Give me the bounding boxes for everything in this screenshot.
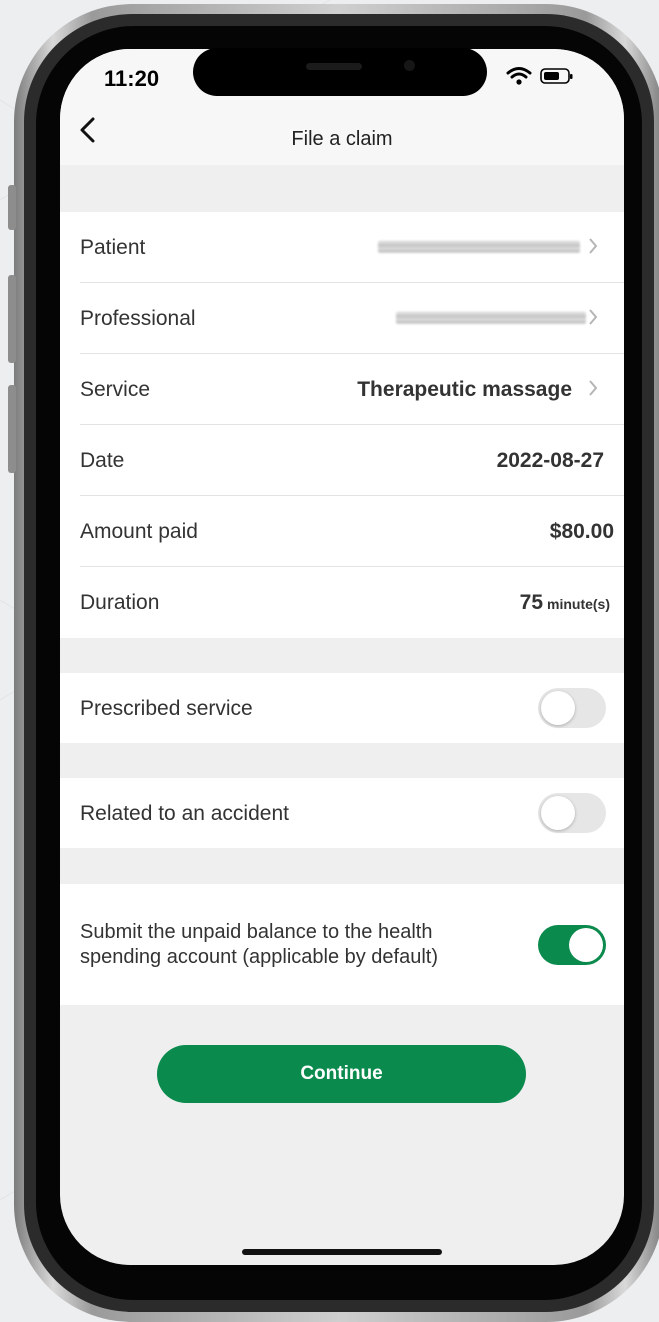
accident-toggle[interactable] [538,793,606,833]
service-row[interactable]: Service Therapeutic massage [60,354,624,425]
chevron-right-icon [589,380,598,396]
prescribed-service-card: Prescribed service [60,673,624,743]
volume-up-button [8,275,16,363]
patient-label: Patient [80,236,146,259]
service-value: Therapeutic massage [357,378,572,401]
claim-details-card: Patient Professional Service Therapeutic… [60,212,624,638]
patient-value-redacted [378,241,580,253]
page-title: File a claim [291,128,393,150]
dynamic-island [193,48,487,96]
date-label: Date [80,449,125,472]
phone-screen: File a claim Patient Professional Servic… [60,49,624,1265]
hsa-label: Submit the unpaid balance to the health … [80,921,439,968]
duration-value: 75 minute(s) [520,591,610,615]
hsa-card: Submit the unpaid balance to the health … [60,884,624,1005]
duration-label: Duration [80,591,160,614]
prescribed-service-label: Prescribed service [80,697,253,720]
silent-switch [8,185,16,230]
prescribed-service-toggle[interactable] [538,688,606,728]
home-indicator [242,1249,442,1255]
professional-label: Professional [80,307,196,330]
hsa-toggle[interactable] [538,925,606,965]
date-value: 2022-08-27 [496,449,604,472]
professional-row[interactable]: Professional [60,283,624,354]
amount-row[interactable]: Amount paid $80.00 [60,496,624,567]
status-time: 11:20 [104,66,160,91]
toggle-knob [541,796,575,830]
date-row[interactable]: Date 2022-08-27 [60,425,624,496]
status-icons [506,66,574,86]
wifi-icon [506,67,532,85]
chevron-right-icon [589,309,598,325]
chevron-right-icon [589,238,598,254]
patient-row[interactable]: Patient [60,212,624,283]
service-label: Service [80,378,151,401]
duration-row[interactable]: Duration 75 minute(s) [60,567,624,638]
professional-value-redacted [396,312,586,324]
duration-number: 75 [519,591,543,614]
continue-button[interactable]: Continue [157,1045,526,1103]
toggle-knob [541,691,575,725]
duration-unit: minute(s) [547,596,610,612]
accident-card: Related to an accident [60,778,624,848]
toggle-knob [569,928,603,962]
volume-down-button [8,385,16,473]
amount-label: Amount paid [80,520,198,543]
battery-icon [540,68,573,84]
accident-label: Related to an accident [80,802,289,825]
amount-value: $80.00 [549,520,614,543]
